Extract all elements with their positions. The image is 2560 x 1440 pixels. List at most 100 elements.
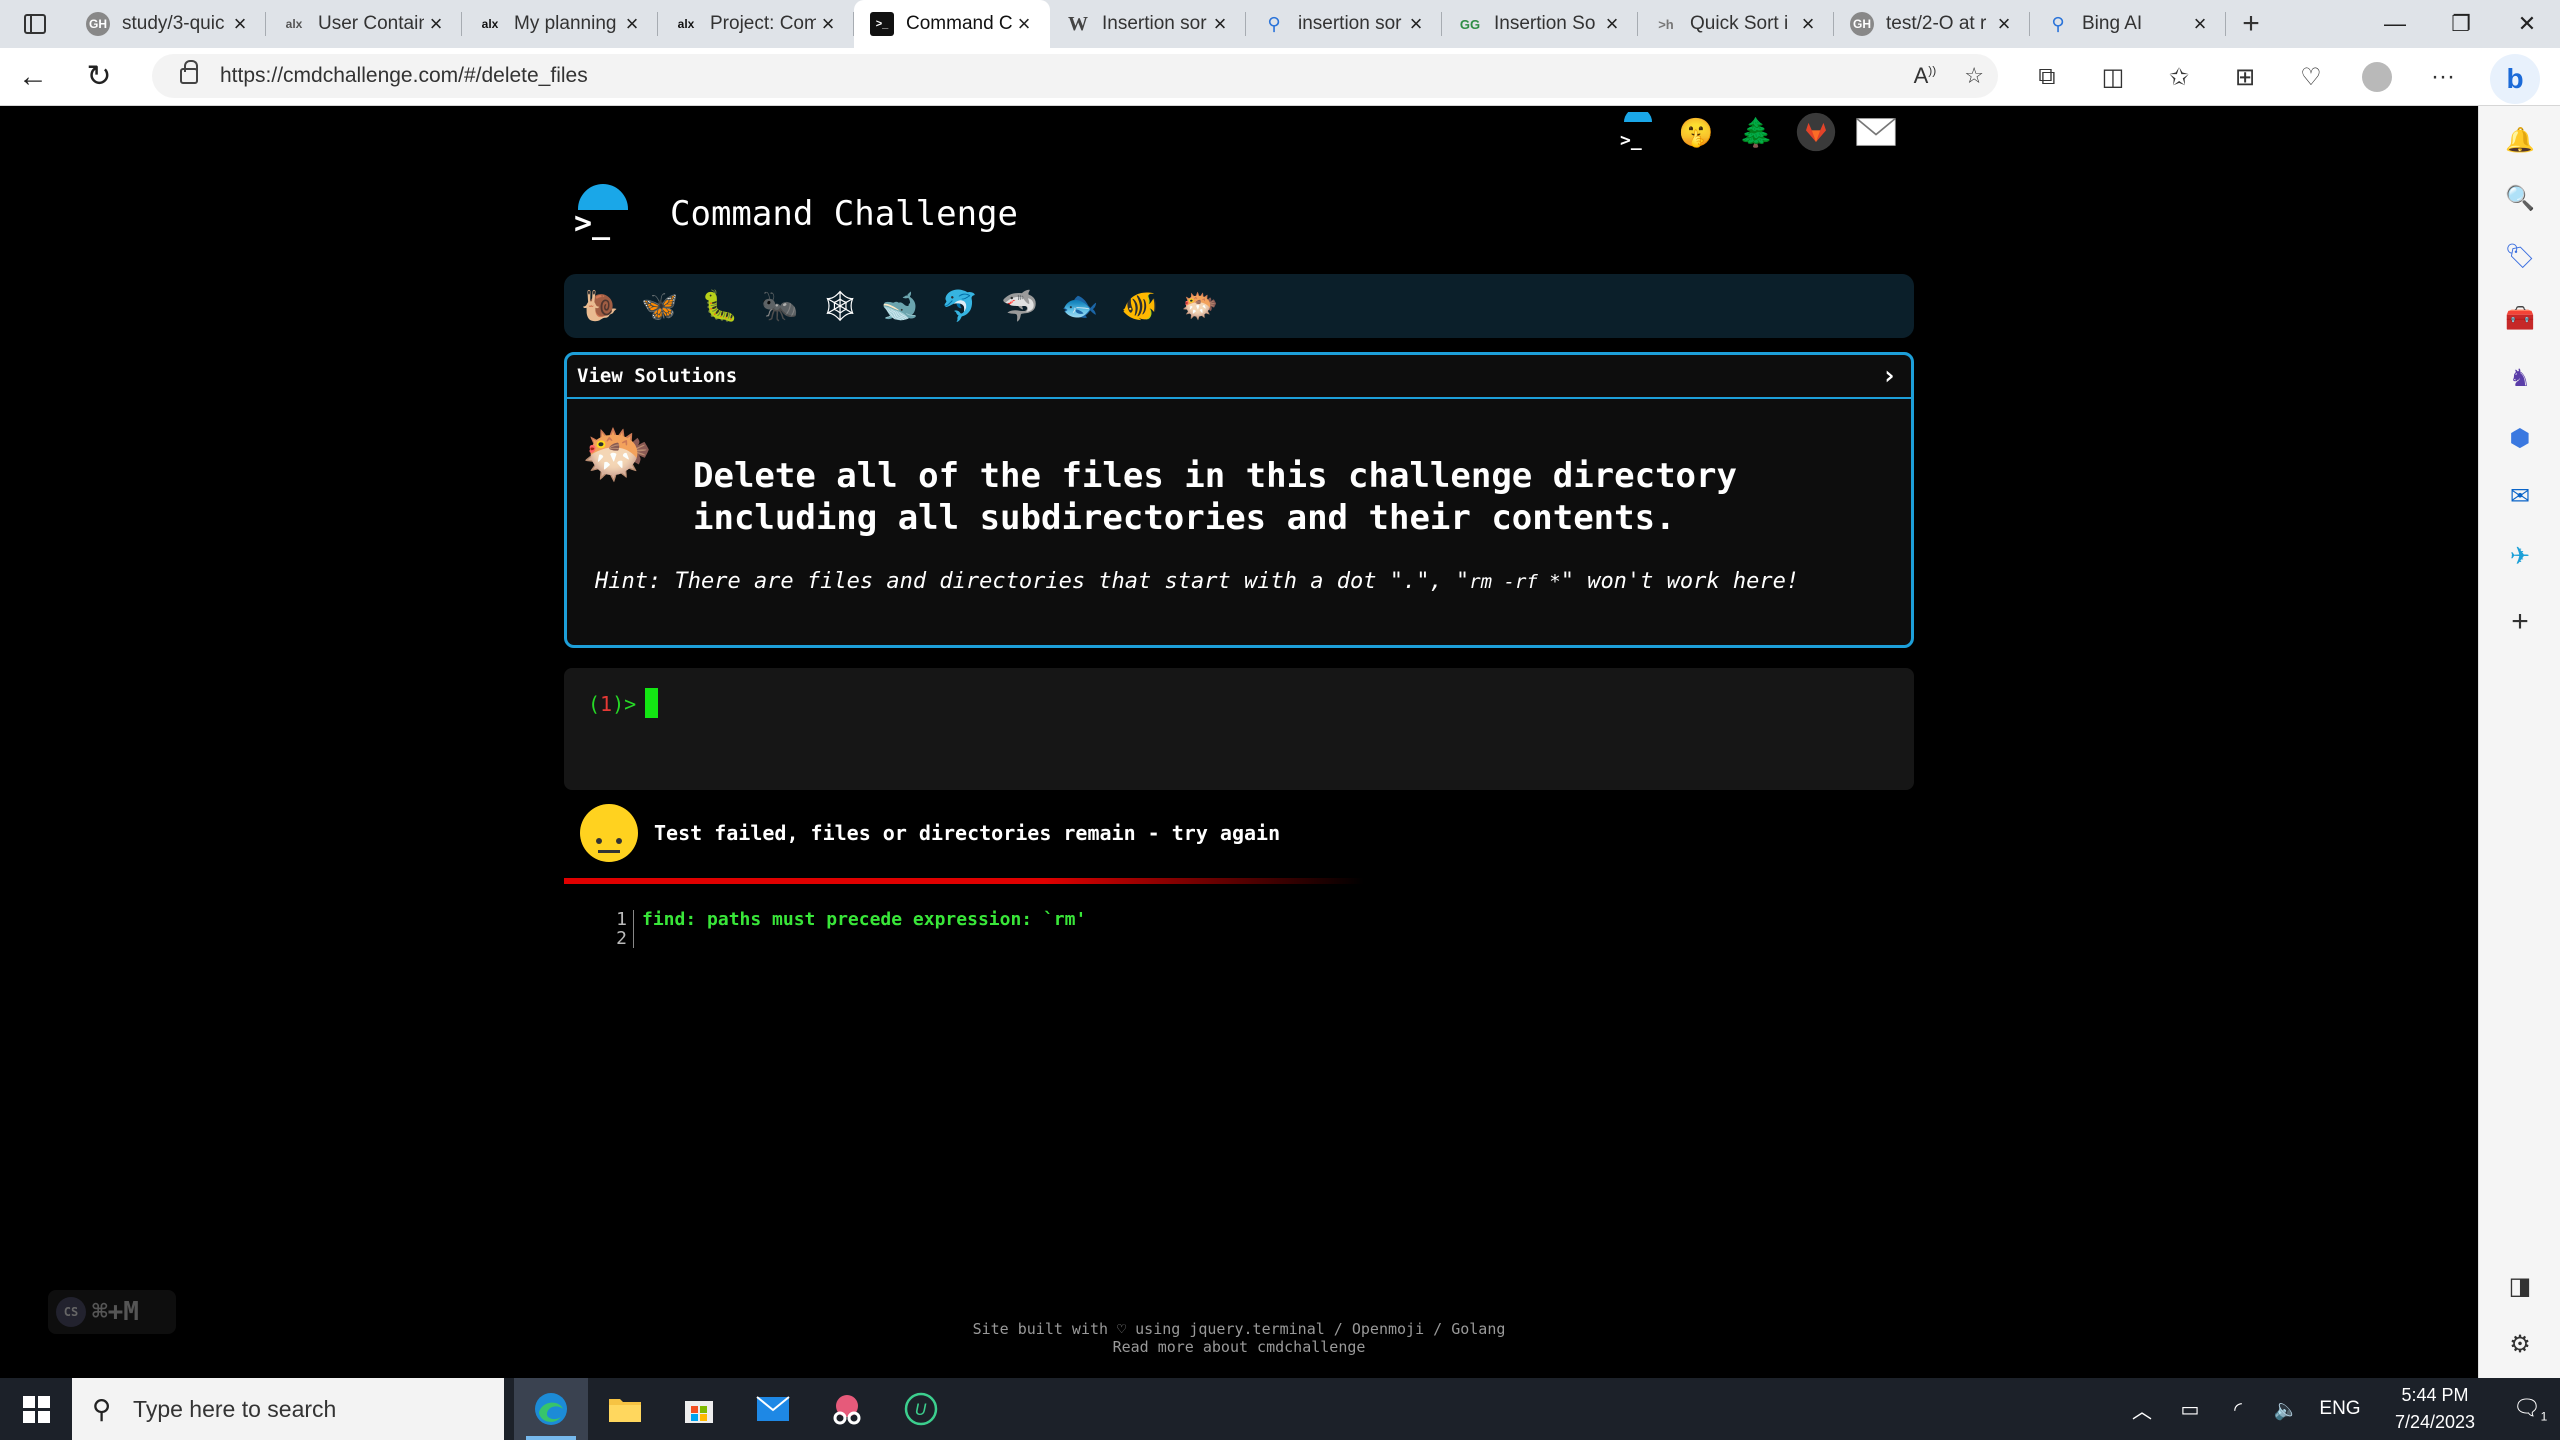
hint-emoji-icon[interactable]: 🤫 bbox=[1676, 112, 1716, 152]
close-icon[interactable]: × bbox=[1796, 11, 1820, 37]
hint-prefix: Hint: There are files and directories th… bbox=[595, 569, 1470, 594]
add-sidebar-app-icon[interactable]: + bbox=[2479, 602, 2560, 642]
close-icon[interactable]: × bbox=[620, 11, 644, 37]
url-text[interactable]: https://cmdchallenge.com/#/delete_files bbox=[220, 64, 588, 88]
read-aloud-icon[interactable]: A)) bbox=[1914, 63, 1937, 89]
snail-icon[interactable]: 🐌 bbox=[580, 286, 620, 326]
settings-gear-icon[interactable]: ⚙ bbox=[2479, 1324, 2560, 1364]
minimize-button[interactable]: — bbox=[2362, 0, 2428, 48]
microsoft-store-icon[interactable] bbox=[662, 1378, 736, 1440]
tab-insertion-sort-gfg[interactable]: GG Insertion So × bbox=[1442, 0, 1638, 48]
tab-title: Project: Com bbox=[710, 13, 816, 34]
tools-briefcase-icon[interactable]: 🧰 bbox=[2479, 298, 2560, 338]
split-screen-icon[interactable]: ◫ bbox=[2080, 63, 2146, 92]
command-terminal[interactable]: (1)> bbox=[564, 668, 1914, 790]
games-icon[interactable]: ♞ bbox=[2479, 358, 2560, 398]
favorites-icon[interactable]: ✩ bbox=[2146, 63, 2212, 92]
h-icon: >h bbox=[1658, 16, 1674, 32]
profile-avatar[interactable] bbox=[2362, 62, 2392, 92]
tab-command-challenge[interactable]: >_ Command C × bbox=[854, 0, 1050, 48]
tab-project-com[interactable]: alx Project: Com × bbox=[658, 0, 854, 48]
volume-icon[interactable]: 🔈 bbox=[2262, 1397, 2310, 1422]
collections-icon[interactable]: ⊞ bbox=[2212, 63, 2278, 92]
fish-icon[interactable]: 🐟 bbox=[1060, 286, 1100, 326]
browser-essentials-icon[interactable]: ♡ bbox=[2278, 63, 2344, 92]
whale-icon[interactable]: 🐋 bbox=[880, 286, 920, 326]
close-icon[interactable]: × bbox=[1992, 11, 2016, 37]
maximize-button[interactable]: ❐ bbox=[2428, 0, 2494, 48]
close-icon[interactable]: × bbox=[424, 11, 448, 37]
top-links: >_ 🤫 🌲 bbox=[1616, 112, 1896, 152]
lock-icon[interactable] bbox=[180, 60, 198, 84]
footer-credits: Site built with ♡ using jquery.terminal … bbox=[972, 1320, 1506, 1338]
battery-icon[interactable]: ▭ bbox=[2166, 1397, 2214, 1422]
tab-study-quic[interactable]: GH study/3-quic × bbox=[70, 0, 266, 48]
tab-user-contain[interactable]: alx User Contain × bbox=[266, 0, 462, 48]
taskbar-clock[interactable]: 5:44 PM 7/24/2023 bbox=[2370, 1382, 2500, 1436]
close-icon[interactable]: × bbox=[1404, 11, 1428, 37]
more-menu-icon[interactable]: ··· bbox=[2410, 63, 2476, 91]
tab-insertion-sort-wiki[interactable]: W Insertion sor × bbox=[1050, 0, 1246, 48]
shopping-tag-icon[interactable]: 🏷 bbox=[2479, 236, 2560, 276]
caterpillar-icon[interactable]: 🐛 bbox=[700, 286, 740, 326]
shark-icon[interactable]: 🦈 bbox=[1000, 286, 1040, 326]
butterfly-icon[interactable]: 🦋 bbox=[640, 286, 680, 326]
disappointed-face-icon bbox=[580, 804, 638, 862]
drop-icon[interactable]: ✈ bbox=[2479, 536, 2560, 576]
close-icon[interactable]: × bbox=[228, 11, 252, 37]
wifi-icon[interactable]: ◜ bbox=[2214, 1397, 2262, 1422]
extensions-icon[interactable]: ⧉ bbox=[2014, 63, 2080, 91]
blowfish-icon: 🐡 bbox=[581, 420, 654, 488]
edge-app-icon[interactable] bbox=[514, 1378, 588, 1440]
close-icon[interactable]: × bbox=[1600, 11, 1624, 37]
close-icon[interactable]: × bbox=[1208, 11, 1232, 37]
taskbar-search-box[interactable]: ⚲ Type here to search bbox=[72, 1378, 504, 1440]
tropical-fish-icon[interactable]: 🐠 bbox=[1120, 286, 1160, 326]
search-icon[interactable]: 🔍 bbox=[2479, 178, 2560, 218]
search-icon: ⚲ bbox=[2051, 13, 2065, 34]
favorite-star-icon[interactable]: ☆ bbox=[1964, 63, 1984, 89]
notification-center-icon[interactable]: 🗨1 bbox=[2500, 1395, 2560, 1423]
snipping-tool-icon[interactable] bbox=[810, 1378, 884, 1440]
output-line: 1 find: paths must precede expression: `r… bbox=[610, 910, 1086, 929]
dolphin-icon[interactable]: 🐬 bbox=[940, 286, 980, 326]
ant-icon[interactable]: 🐜 bbox=[760, 286, 800, 326]
outlook-icon[interactable]: ✉ bbox=[2479, 476, 2560, 516]
tab-bing-ai[interactable]: ⚲ Bing AI × bbox=[2030, 0, 2226, 48]
gitlab-icon[interactable] bbox=[1796, 112, 1836, 152]
terminal-logo-icon[interactable]: >_ bbox=[1616, 112, 1656, 152]
back-button[interactable]: ← bbox=[0, 48, 66, 106]
chevron-right-icon: › bbox=[1881, 361, 1897, 391]
bing-chat-icon[interactable]: b bbox=[2490, 54, 2540, 104]
chevron-up-icon[interactable]: ︿ bbox=[2118, 1395, 2166, 1424]
level-progress-bar: 🐌 🦋 🐛 🐜 🕸 🐋 🐬 🦈 🐟 🐠 🐡 bbox=[564, 274, 1914, 338]
close-icon[interactable]: × bbox=[1012, 11, 1036, 37]
windows-start-button[interactable] bbox=[0, 1378, 72, 1440]
footer-read-more-link[interactable]: Read more about cmdchallenge bbox=[0, 1338, 2478, 1356]
upwork-app-icon[interactable]: U bbox=[884, 1378, 958, 1440]
spider-web-icon[interactable]: 🕸 bbox=[820, 286, 860, 326]
tab-my-planning[interactable]: alx My planning × bbox=[462, 0, 658, 48]
new-tab-button[interactable]: + bbox=[2226, 7, 2276, 41]
tab-insertion-sort-search[interactable]: ⚲ insertion sor × bbox=[1246, 0, 1442, 48]
view-solutions-toggle[interactable]: View Solutions › bbox=[567, 355, 1911, 399]
tab-test-2-o[interactable]: GH test/2-O at r × bbox=[1834, 0, 2030, 48]
tree-icon[interactable]: 🌲 bbox=[1736, 112, 1776, 152]
close-icon[interactable]: × bbox=[2188, 11, 2212, 37]
close-icon[interactable]: × bbox=[816, 11, 840, 37]
line-number: 1 bbox=[610, 910, 634, 929]
language-indicator[interactable]: ENG bbox=[2310, 1398, 2370, 1420]
notifications-icon[interactable]: 🔔 bbox=[2479, 120, 2560, 160]
tab-actions-button[interactable] bbox=[0, 0, 70, 48]
refresh-button[interactable]: ↻ bbox=[66, 48, 132, 106]
file-explorer-icon[interactable] bbox=[588, 1378, 662, 1440]
mail-icon[interactable] bbox=[1856, 112, 1896, 152]
hide-sidebar-icon[interactable]: ◨ bbox=[2479, 1266, 2560, 1306]
address-bar[interactable]: https://cmdchallenge.com/#/delete_files … bbox=[152, 54, 1998, 98]
terminal-cursor[interactable] bbox=[645, 688, 658, 718]
tab-quick-sort[interactable]: >h Quick Sort i × bbox=[1638, 0, 1834, 48]
blowfish-icon[interactable]: 🐡 bbox=[1180, 286, 1220, 326]
close-window-button[interactable]: ✕ bbox=[2494, 0, 2560, 48]
microsoft-365-icon[interactable]: ⬢ bbox=[2479, 418, 2560, 458]
mail-app-icon[interactable] bbox=[736, 1378, 810, 1440]
